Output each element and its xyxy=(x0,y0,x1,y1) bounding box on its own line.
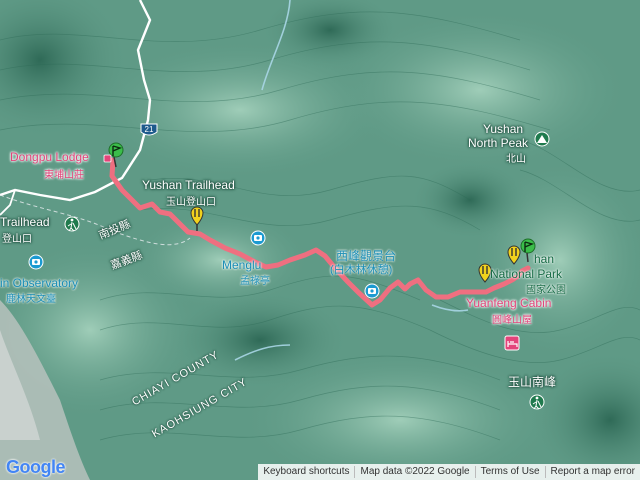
camera-poi-icon xyxy=(250,230,266,246)
route-21-shield: 21 xyxy=(140,123,158,136)
keyboard-shortcuts-link[interactable]: Keyboard shortcuts xyxy=(258,466,354,478)
national-park-label-1: han xyxy=(534,252,555,266)
dongpu-lodge-label: Dongpu Lodge xyxy=(10,150,89,164)
map-canvas[interactable]: 21 xyxy=(0,0,640,480)
north-peak-label-2: North Peak xyxy=(468,136,529,150)
route-21-label: 21 xyxy=(145,125,154,134)
hiker-icon-2 xyxy=(529,394,545,410)
lodging-icon-small xyxy=(103,154,112,163)
hiker-icon xyxy=(64,216,80,232)
camera-poi-icon-3 xyxy=(28,254,44,270)
report-error-link[interactable]: Report a map error xyxy=(544,466,640,478)
trailhead-left-label-zh: 登山口 xyxy=(2,234,32,245)
menglu-label-zh: 孟祿亭 xyxy=(240,276,270,287)
google-logo-text: Google xyxy=(6,457,66,477)
lodging-icon xyxy=(504,335,520,351)
south-peak-label: 玉山南峰 xyxy=(508,375,557,389)
mountain-peak-icon xyxy=(534,131,550,147)
north-peak-label-zh: 北山 xyxy=(506,154,526,165)
observatory-label-zh: 鹿林天文臺 xyxy=(6,294,56,305)
map-data-label: Map data ©2022 Google xyxy=(354,466,474,478)
google-logo[interactable]: Google xyxy=(6,457,66,478)
north-peak-label-1: Yushan xyxy=(483,122,524,136)
dongpu-lodge-label-zh: 東埔山莊 xyxy=(44,170,84,181)
camera-poi-icon-2 xyxy=(364,283,380,299)
trailhead-left-label: Trailhead xyxy=(0,215,50,229)
xifeng-viewpoint-label-2: (白木林休憩) xyxy=(330,264,393,276)
menglu-label: Menglu xyxy=(222,258,262,272)
national-park-label-zh: 國家公園 xyxy=(526,285,566,296)
yuanfeng-cabin-label: Yuanfeng Cabin xyxy=(466,296,552,310)
yushan-trailhead-label: Yushan Trailhead xyxy=(142,178,235,192)
observatory-label: in Observatory xyxy=(0,276,79,290)
national-park-label-2: National Park xyxy=(490,267,563,281)
terms-link[interactable]: Terms of Use xyxy=(474,466,545,478)
attribution-bar: Keyboard shortcuts Map data ©2022 Google… xyxy=(258,464,640,480)
yuanfeng-cabin-label-zh: 圓峰山屋 xyxy=(492,315,532,326)
yushan-trailhead-label-zh: 玉山登山口 xyxy=(166,197,216,208)
